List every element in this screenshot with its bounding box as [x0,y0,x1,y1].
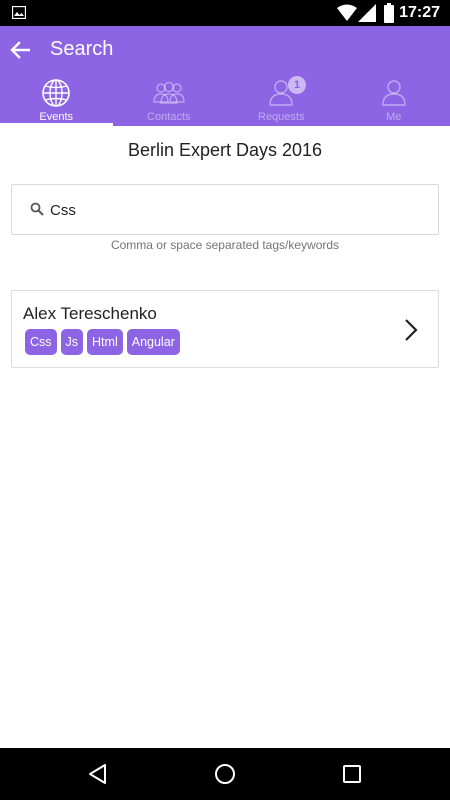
contacts-icon [153,81,185,104]
result-card[interactable]: Alex Tereschenko Css Js Html Angular [11,290,439,368]
tag-list: Css Js Html Angular [25,329,180,355]
battery-icon [384,3,394,23]
nav-recents-button[interactable] [340,762,364,786]
nav-back-button[interactable] [86,762,110,786]
requests-badge: 1 [288,76,306,94]
page-title: Search [50,38,114,60]
arrow-left-icon [10,41,30,59]
tab-contacts[interactable]: Contacts [113,74,226,126]
tag-chip: Css [25,329,57,355]
status-bar: 17:27 [0,0,450,26]
person-icon [382,80,406,106]
tab-contacts-label: Contacts [147,111,191,123]
tag-chip: Js [60,329,84,355]
event-title: Berlin Expert Days 2016 [127,140,323,160]
wifi-icon [337,4,357,21]
tag-chip: Angular [126,329,180,355]
tab-me-label: Me [386,111,402,123]
recents-icon [343,765,361,783]
navigation-bar [0,748,450,800]
back-icon [89,764,106,784]
tab-requests-label: Requests [258,111,305,123]
home-icon [215,764,235,784]
signal-icon [358,4,376,22]
person-name: Alex Tereschenko [23,304,157,323]
search-hint: Comma or space separated tags/keywords [110,238,340,252]
tab-bar: Events Contacts 1 Requests Me [0,74,450,126]
tab-requests[interactable]: 1 Requests [225,74,338,126]
tab-events-label: Events [39,111,74,123]
globe-icon [42,79,71,107]
chevron-right-icon [405,319,418,341]
tab-me[interactable]: Me [338,74,450,126]
status-clock: 17:27 [399,4,440,21]
search-input[interactable] [50,198,420,222]
gallery-icon [12,6,26,19]
search-box [11,184,439,235]
tag-chip: Html [87,329,123,355]
app-bar: Search Events Contacts 1 Requests Me [0,26,450,126]
nav-home-button[interactable] [213,762,237,786]
tab-events[interactable]: Events [0,74,113,126]
back-button[interactable] [6,36,34,64]
search-icon [30,202,44,216]
